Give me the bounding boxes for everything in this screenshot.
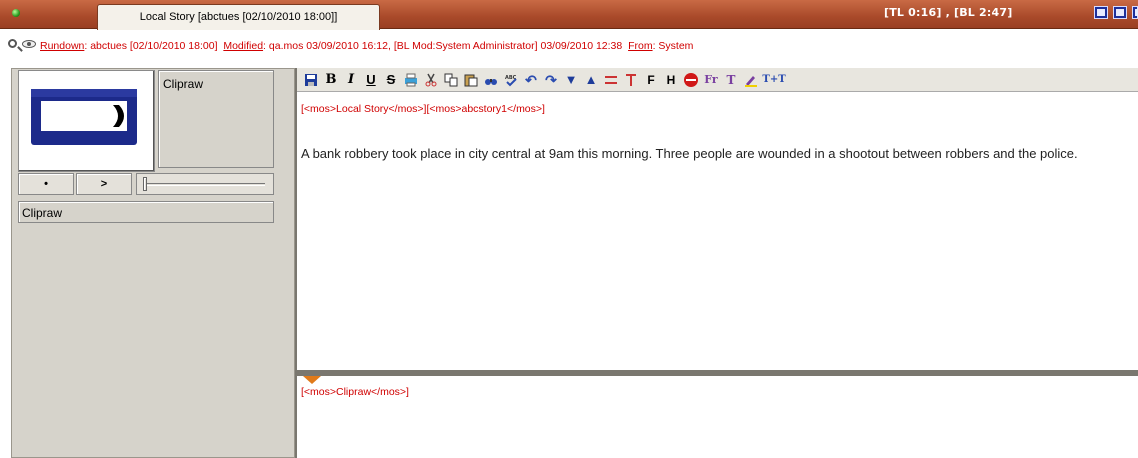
- print-icon[interactable]: [403, 72, 419, 88]
- window-titlebar: Local Story [abctues [02/10/2010 18:00]]…: [0, 0, 1138, 30]
- insert-f-icon[interactable]: F: [643, 72, 659, 88]
- timecode-readout: [TL 0:16] , [BL 2:47]: [884, 6, 1013, 19]
- view-icon[interactable]: [22, 40, 36, 48]
- no-entry-icon[interactable]: [683, 72, 699, 88]
- videotape-icon: [31, 89, 137, 145]
- from-value: System: [658, 40, 694, 52]
- playback-slider[interactable]: [136, 173, 274, 195]
- font-icon[interactable]: Fr: [703, 72, 719, 88]
- spellcheck-icon[interactable]: ABC: [503, 72, 519, 88]
- rundown-value: abctues [02/10/2010 18:00]: [90, 40, 218, 52]
- story-metadata: Rundown: abctues [02/10/2010 18:00] Modi…: [40, 40, 694, 52]
- mos-tag-clip: [<mos>Clipraw</mos>]: [301, 386, 409, 398]
- move-down-icon[interactable]: ▼: [563, 72, 579, 88]
- save-icon[interactable]: [303, 72, 319, 88]
- restore-window-icon[interactable]: [1094, 6, 1108, 19]
- from-link[interactable]: From: [628, 40, 653, 52]
- text-size-icon[interactable]: T+T: [762, 72, 785, 88]
- story-body-text[interactable]: A bank robbery took place in city centra…: [301, 144, 1111, 164]
- modified-value: qa.mos 03/09/2010 16:12, [BL Mod:System …: [268, 40, 623, 52]
- copy-icon[interactable]: [443, 72, 459, 88]
- close-window-icon[interactable]: [1132, 6, 1138, 19]
- clip-transport: • >: [18, 173, 274, 195]
- splitter-arrow-icon[interactable]: [303, 376, 321, 384]
- redo-icon[interactable]: ↷: [543, 72, 559, 88]
- story-editor: B I U S ABC ↶ ↷ ▼ ▲ F H Fr T T+T [<mos>L…: [295, 68, 1138, 458]
- maximize-window-icon[interactable]: [1113, 6, 1127, 19]
- clip-panel: Clipraw • > Clipraw: [11, 68, 295, 458]
- clip-thumbnail[interactable]: [18, 70, 155, 172]
- underline-icon[interactable]: U: [363, 72, 379, 88]
- italic-icon[interactable]: I: [343, 72, 359, 88]
- move-up-icon[interactable]: ▲: [583, 72, 599, 88]
- bold-icon[interactable]: B: [323, 72, 339, 88]
- slider-track-line: [145, 183, 265, 186]
- pane-splitter[interactable]: [297, 370, 1138, 376]
- search-icon[interactable]: [8, 39, 17, 48]
- status-indicator-icon: [12, 9, 20, 17]
- undo-icon[interactable]: ↶: [523, 72, 539, 88]
- story-info-bar: Rundown: abctues [02/10/2010 18:00] Modi…: [0, 30, 1138, 60]
- cut-icon[interactable]: [423, 72, 439, 88]
- story-tab[interactable]: Local Story [abctues [02/10/2010 18:00]]: [97, 4, 380, 30]
- clip-name-box: Clipraw: [158, 70, 274, 168]
- play-button[interactable]: >: [76, 173, 132, 195]
- clip-label: Clipraw: [18, 201, 274, 223]
- mos-tag-header: [<mos>Local Story</mos>][<mos>abcstory1<…: [301, 103, 545, 115]
- slider-thumb[interactable]: [143, 177, 147, 191]
- strikethrough-icon[interactable]: S: [383, 72, 399, 88]
- stop-button[interactable]: •: [18, 173, 74, 195]
- rundown-link[interactable]: Rundown: [40, 40, 84, 52]
- find-icon[interactable]: [483, 72, 499, 88]
- text-cursor-icon[interactable]: [623, 72, 639, 88]
- insert-h-icon[interactable]: H: [663, 72, 679, 88]
- paste-icon[interactable]: [463, 72, 479, 88]
- insert-line-icon[interactable]: [603, 72, 619, 88]
- modified-link[interactable]: Modified: [223, 40, 263, 52]
- text-color-icon[interactable]: T: [723, 72, 739, 88]
- formatting-toolbar: B I U S ABC ↶ ↷ ▼ ▲ F H Fr T T+T: [297, 68, 1138, 92]
- highlight-icon[interactable]: [743, 72, 759, 88]
